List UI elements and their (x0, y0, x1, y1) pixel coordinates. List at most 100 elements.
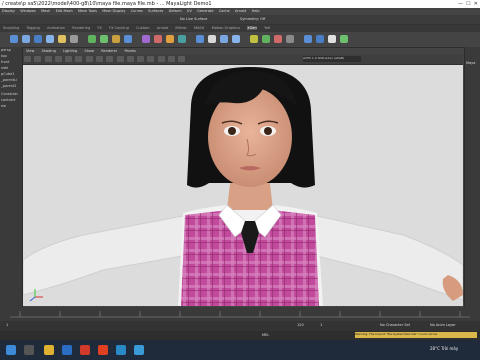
menu-item[interactable]: Surfaces (148, 9, 163, 13)
menu-item[interactable]: Help (252, 9, 260, 13)
viewport-menu-item[interactable]: Shading (42, 49, 56, 53)
outliner-item[interactable]: ew (0, 103, 22, 109)
camera-select-icon[interactable] (24, 56, 31, 62)
smooth-shade-icon[interactable] (106, 56, 114, 62)
resolution-gate-icon[interactable] (85, 56, 93, 62)
film-gate-icon[interactable] (75, 56, 83, 62)
menu-item[interactable]: Generate (197, 9, 213, 13)
shelf-tab[interactable]: MASH (194, 26, 204, 30)
menu-item[interactable]: Mesh Tools (78, 9, 97, 13)
shelf-tab[interactable]: Animation (47, 26, 65, 30)
shelf-tab[interactable]: Arnold (157, 26, 168, 30)
menu-item[interactable]: Deform (169, 9, 182, 13)
shelf-tab[interactable]: Bifrost (175, 26, 186, 30)
bevel-icon[interactable] (232, 35, 240, 43)
settings-icon[interactable] (340, 35, 348, 43)
sculpt-icon[interactable] (262, 35, 270, 43)
edge-icon[interactable] (62, 345, 72, 355)
viewport-menu-item[interactable]: Lighting (63, 49, 77, 53)
material-icon[interactable] (316, 35, 324, 43)
shelf-tab[interactable]: Rendering (72, 26, 90, 30)
shelf-tab[interactable]: Rigging (27, 26, 40, 30)
aa-icon[interactable] (157, 56, 165, 62)
shelf-tab[interactable]: FX Caching (109, 26, 129, 30)
start-icon[interactable] (6, 345, 16, 355)
maya-icon[interactable] (134, 345, 144, 355)
shelf-tab-active[interactable]: XGen (247, 26, 257, 30)
search-icon[interactable] (24, 345, 34, 355)
character-render (23, 67, 463, 306)
shader-icon[interactable] (304, 35, 312, 43)
cube-icon[interactable] (22, 35, 30, 43)
menu-item[interactable]: UV (187, 9, 192, 13)
texture-icon[interactable] (328, 35, 336, 43)
tool-icon[interactable] (286, 35, 294, 43)
grid-icon[interactable] (65, 56, 73, 62)
window-controls[interactable]: — ☐ ✕ (458, 1, 478, 7)
xgen-icon[interactable] (88, 35, 96, 43)
character-set-menu[interactable]: No Character Set (380, 323, 410, 327)
uv-icon[interactable] (196, 35, 204, 43)
mesh-icon[interactable] (124, 35, 132, 43)
deform-icon[interactable] (142, 35, 150, 43)
file-explorer-icon[interactable] (44, 345, 54, 355)
xray-icon[interactable] (178, 56, 186, 62)
checker-icon[interactable] (208, 35, 216, 43)
image-plane-icon[interactable] (54, 56, 62, 62)
shelf-tab[interactable]: FX (97, 26, 101, 30)
groom-icon[interactable] (100, 35, 108, 43)
torus-icon[interactable] (58, 35, 66, 43)
menu-item[interactable]: Mesh (41, 9, 50, 13)
viewport-menu-item[interactable]: Show (85, 49, 94, 53)
viewport-menu-item[interactable]: Panels (125, 49, 136, 53)
time-slider[interactable] (0, 307, 480, 321)
render-icon[interactable] (154, 35, 162, 43)
ao-icon[interactable] (147, 56, 155, 62)
textured-icon[interactable] (116, 56, 124, 62)
wireframe-icon[interactable] (95, 56, 103, 62)
range-start-field[interactable]: 1 (6, 323, 8, 327)
office-icon[interactable] (98, 345, 108, 355)
viewport-menu-item[interactable]: View (26, 49, 34, 53)
menu-item[interactable]: Display (2, 9, 15, 13)
guide-icon[interactable] (112, 35, 120, 43)
app-icon[interactable] (80, 345, 90, 355)
mel-label[interactable]: MEL (262, 333, 269, 337)
current-frame-field[interactable]: 1 (320, 323, 322, 327)
menu-item[interactable]: Arnold (235, 9, 246, 13)
viewport-menu-item[interactable]: Renderer (101, 49, 117, 53)
isolate-icon[interactable] (167, 56, 175, 62)
shelf-tab[interactable]: Yeti (264, 26, 270, 30)
menu-item[interactable]: Edit Mesh (56, 9, 73, 13)
weather-widget[interactable]: 28°C Trời mây (430, 346, 458, 351)
camera-attr-icon[interactable] (34, 56, 42, 62)
shelf-tab[interactable]: Custom (136, 26, 149, 30)
range-end-field[interactable]: 120 (297, 323, 304, 327)
shelf-tabs: Sculpting Rigging Animation Rendering FX… (0, 25, 480, 32)
shadows-icon[interactable] (137, 56, 145, 62)
cone-icon[interactable] (46, 35, 54, 43)
range-slider: 1 120 1 No Character Set No Anim Layer (0, 321, 480, 331)
menu-item[interactable]: Mesh Display (102, 9, 125, 13)
paint-icon[interactable] (250, 35, 258, 43)
shelf-tab[interactable]: Sculpting (3, 26, 19, 30)
symmetry-label[interactable]: Symmetry: Off (240, 17, 265, 21)
menu-item[interactable]: Windows (20, 9, 36, 13)
shelf-tab[interactable]: Motion Graphics (212, 26, 240, 30)
color-space-field[interactable]: ACES 1.0 SDR-video (sRGB) (303, 56, 361, 62)
anim-layer-menu[interactable]: No Anim Layer (430, 323, 456, 327)
live-surface-label[interactable]: No Live Surface (180, 17, 207, 21)
3d-viewport[interactable] (23, 65, 463, 306)
bookmark-icon[interactable] (44, 56, 52, 62)
plane-icon[interactable] (70, 35, 78, 43)
lights-icon[interactable] (126, 56, 134, 62)
camera-icon[interactable] (178, 35, 186, 43)
smooth-icon[interactable] (220, 35, 228, 43)
sphere-icon[interactable] (10, 35, 18, 43)
brush-icon[interactable] (274, 35, 282, 43)
telegram-icon[interactable] (116, 345, 126, 355)
menu-item[interactable]: Cache (219, 9, 230, 13)
cylinder-icon[interactable] (34, 35, 42, 43)
light-icon[interactable] (166, 35, 174, 43)
menu-item[interactable]: Curves (131, 9, 143, 13)
